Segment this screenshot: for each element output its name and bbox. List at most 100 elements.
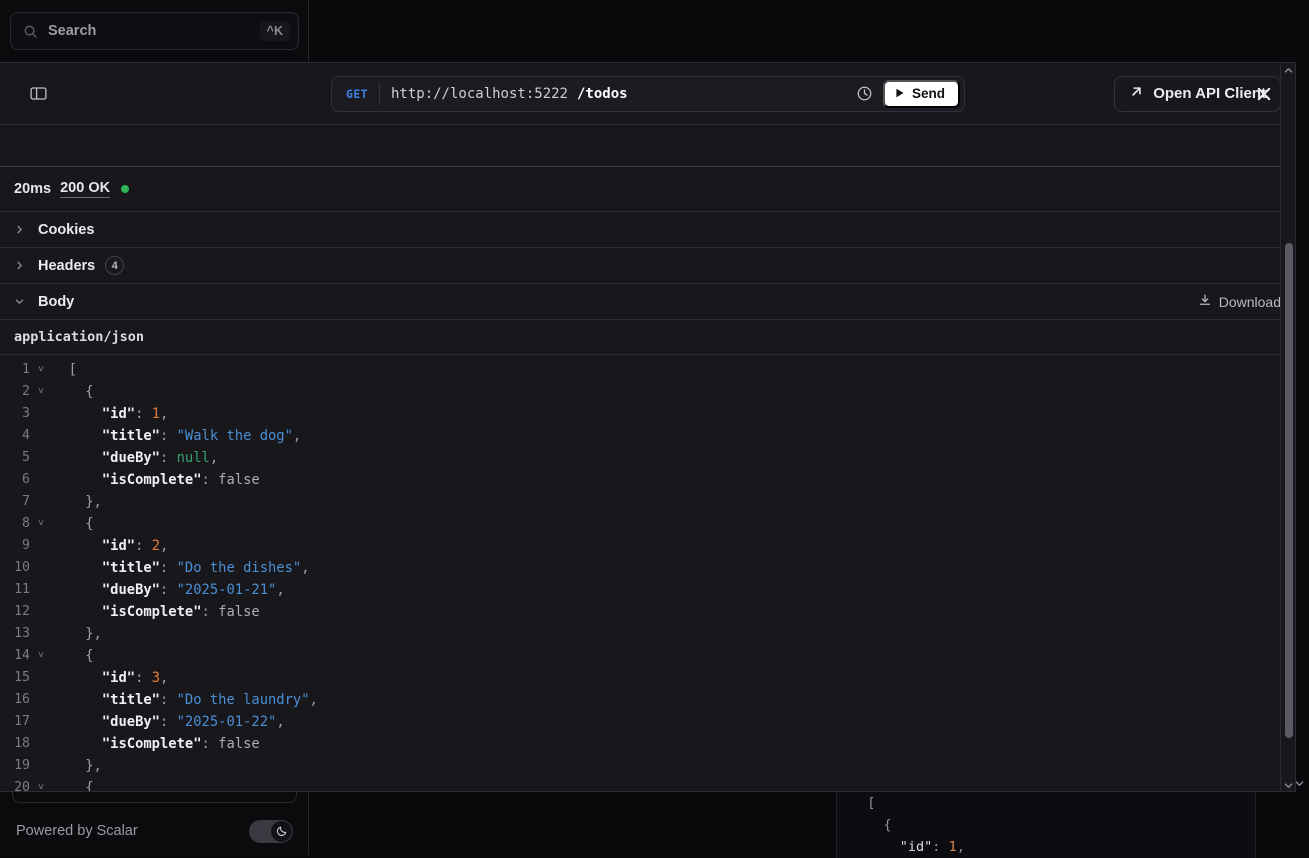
address-bar[interactable]: GET http://localhost:5222/todos Send (331, 76, 965, 112)
code-line-text: { (52, 513, 94, 535)
code-line-text: { (52, 777, 94, 792)
section-cookies-label: Cookies (38, 222, 94, 238)
line-number: 11 (0, 579, 30, 601)
fold-toggle-icon[interactable]: ˅ (30, 777, 52, 792)
code-line: 6 "isComplete": false (0, 469, 1295, 491)
code-line-text: "id": 3, (52, 667, 168, 689)
status-badge[interactable]: 200 OK (60, 180, 110, 198)
headers-count-badge: 4 (105, 256, 124, 275)
line-number: 20 (0, 777, 30, 792)
code-line-text: "id": 2, (52, 535, 168, 557)
line-number: 3 (0, 403, 30, 425)
response-modal: GET http://localhost:5222/todos Send (0, 62, 1296, 792)
code-line-text: { (52, 645, 94, 667)
search-placeholder: Search (48, 23, 260, 39)
fold-toggle-icon[interactable]: ˅ (30, 645, 52, 667)
response-status-row: 20ms 200 OK (0, 167, 1295, 212)
code-line: 11 "dueBy": "2025-01-21", (0, 579, 1295, 601)
chevron-down-icon[interactable] (1281, 778, 1296, 792)
powered-by-label: Powered by Scalar (16, 823, 249, 839)
send-button-label: Send (912, 86, 945, 101)
line-number: 13 (0, 623, 30, 645)
line-number: 12 (0, 601, 30, 623)
code-line-text: "isComplete": false (52, 469, 260, 491)
fold-toggle-icon[interactable]: ˅ (30, 381, 52, 403)
panel-toggle-icon[interactable] (21, 77, 55, 111)
code-line: 4 "title": "Walk the dog", (0, 425, 1295, 447)
code-line-text: "isComplete": false (52, 601, 260, 623)
json-code-viewer[interactable]: 1˅ [2˅ {3 "id": 1,4 "title": "Walk the d… (0, 355, 1295, 792)
code-line: 12 "isComplete": false (0, 601, 1295, 623)
chevron-right-icon (14, 224, 36, 235)
chevron-up-icon[interactable] (1281, 63, 1296, 78)
search-input[interactable]: Search ^K (10, 12, 299, 50)
http-method-badge[interactable]: GET (332, 87, 379, 101)
download-icon (1198, 293, 1212, 310)
code-line-text: { (52, 381, 94, 403)
vertical-scrollbar[interactable] (1280, 63, 1295, 792)
code-line: 1˅ [ (0, 359, 1295, 381)
line-number: 5 (0, 447, 30, 469)
code-line: 13 }, (0, 623, 1295, 645)
code-line: 20˅ { (0, 777, 1295, 792)
search-icon (23, 24, 38, 39)
code-line: 19 }, (0, 755, 1295, 777)
code-line: 7 }, (0, 491, 1295, 513)
section-body-label: Body (38, 294, 74, 310)
response-duration: 20ms (14, 181, 51, 197)
scrollbar-thumb[interactable] (1285, 243, 1293, 738)
code-line: 5 "dueBy": null, (0, 447, 1295, 469)
line-number: 14 (0, 645, 30, 667)
fold-toggle-icon[interactable]: ˅ (30, 359, 52, 381)
line-number: 18 (0, 733, 30, 755)
section-headers-label: Headers (38, 258, 95, 274)
url-path: /todos (568, 86, 628, 102)
fold-toggle-icon[interactable]: ˅ (30, 513, 52, 535)
background-code-preview: [ { "id": 1, (836, 786, 1256, 858)
code-line: 17 "dueBy": "2025-01-22", (0, 711, 1295, 733)
line-number: 15 (0, 667, 30, 689)
code-line: 18 "isComplete": false (0, 733, 1295, 755)
section-headers[interactable]: Headers 4 (0, 248, 1295, 284)
background-code-line: [ (851, 792, 1255, 814)
play-icon (895, 86, 905, 101)
code-line-text: "dueBy": "2025-01-21", (52, 579, 285, 601)
code-line-text: }, (52, 623, 102, 645)
code-line-text: "title": "Do the laundry", (52, 689, 318, 711)
code-line: 3 "id": 1, (0, 403, 1295, 425)
chevron-down-icon (14, 296, 36, 307)
code-line-text: "title": "Walk the dog", (52, 425, 301, 447)
background-footer: Powered by Scalar (0, 807, 309, 855)
search-shortcut-kbd: ^K (260, 21, 290, 42)
code-line-text: "title": "Do the dishes", (52, 557, 310, 579)
moon-icon (271, 821, 292, 842)
background-code-line: { (851, 814, 1255, 836)
line-number: 16 (0, 689, 30, 711)
line-number: 2 (0, 381, 30, 403)
code-line-text: "isComplete": false (52, 733, 260, 755)
section-cookies[interactable]: Cookies (0, 212, 1295, 248)
status-dot-icon (121, 185, 129, 193)
content-type-row: application/json (0, 320, 1295, 355)
send-button[interactable]: Send (883, 80, 960, 108)
code-line: 2˅ { (0, 381, 1295, 403)
line-number: 8 (0, 513, 30, 535)
line-number: 9 (0, 535, 30, 557)
code-line-text: "dueBy": null, (52, 447, 218, 469)
section-body[interactable]: Body Download (0, 284, 1295, 320)
code-line-text: [ (52, 359, 77, 381)
code-line-text: "dueBy": "2025-01-22", (52, 711, 285, 733)
history-clock-icon[interactable] (851, 80, 879, 108)
content-type-value: application/json (14, 329, 144, 345)
line-number: 6 (0, 469, 30, 491)
line-number: 10 (0, 557, 30, 579)
line-number: 4 (0, 425, 30, 447)
external-link-icon (1129, 84, 1144, 103)
code-line: 10 "title": "Do the dishes", (0, 557, 1295, 579)
download-button[interactable]: Download (1198, 293, 1281, 310)
theme-toggle[interactable] (249, 820, 293, 843)
url-base: http://localhost:5222 (391, 86, 568, 102)
code-line-text: }, (52, 755, 102, 777)
close-icon[interactable] (1247, 77, 1281, 111)
url-input[interactable]: http://localhost:5222/todos (380, 86, 851, 102)
